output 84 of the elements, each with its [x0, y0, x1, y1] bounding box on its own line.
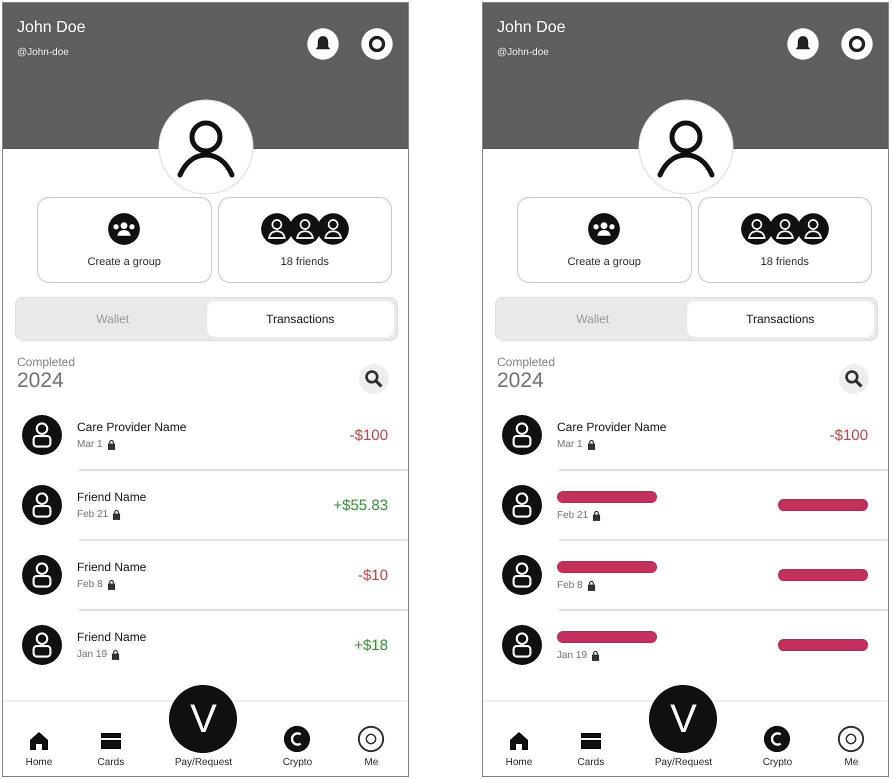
section-year: 2024: [17, 369, 65, 393]
transaction-date: Feb 21: [557, 510, 588, 521]
lock-icon: [111, 649, 120, 660]
search-icon[interactable]: [838, 363, 870, 395]
transaction-date: Jan 19: [77, 649, 108, 660]
person-icon: [21, 554, 63, 596]
nav-item[interactable]: Cards: [98, 729, 124, 768]
transaction-date: Feb 21: [77, 509, 108, 520]
lock-icon: [586, 580, 596, 591]
payee-name: Care Provider Name: [557, 420, 668, 434]
transaction-amount: -$100: [830, 426, 868, 444]
lock-icon: [592, 510, 602, 521]
person-icon: [501, 414, 543, 456]
pay-glyph: V: [169, 685, 238, 753]
settings-icon[interactable]: [360, 27, 394, 61]
group-icon: [587, 212, 622, 246]
action-card[interactable]: 18 friends: [698, 197, 872, 283]
person-icon: [21, 484, 63, 526]
search-icon[interactable]: [358, 363, 390, 395]
friends-icon: [260, 212, 350, 246]
tab[interactable]: Transactions: [206, 301, 394, 337]
nav-item[interactable]: V Pay/Request: [169, 685, 238, 768]
tab[interactable]: Transactions: [686, 301, 874, 337]
transaction-date: Mar 1: [557, 439, 583, 450]
lock-icon: [586, 439, 596, 450]
payee-name: Friend Name: [77, 490, 148, 504]
settings-icon[interactable]: [840, 27, 874, 61]
action-card[interactable]: Create a group: [37, 197, 212, 283]
friends-icon: [740, 212, 830, 246]
group-icon: [107, 212, 142, 246]
user-name: John Doe: [497, 19, 566, 37]
person-icon: [21, 624, 63, 666]
payee-name: Friend Name: [77, 560, 148, 574]
nav-item[interactable]: V Pay/Request: [649, 685, 718, 768]
transaction-row[interactable]: Friend Name Feb 21 +$55.83: [79, 471, 408, 541]
transaction-row[interactable]: Care Provider Name Mar 1 -$100: [79, 401, 408, 471]
transaction-row[interactable]: Jan 19: [483, 611, 888, 679]
transaction-date: Mar 1: [77, 439, 103, 450]
transaction-row[interactable]: Feb 21: [559, 471, 888, 541]
action-card[interactable]: Create a group: [517, 197, 692, 283]
coin-icon: [763, 725, 792, 753]
section-status: Completed: [17, 355, 76, 369]
person-icon: [501, 624, 543, 666]
lock-icon: [106, 579, 116, 590]
profile-icon: [837, 725, 866, 753]
lock-icon: [106, 439, 116, 450]
person-icon: [501, 484, 543, 526]
bell-icon[interactable]: [306, 27, 340, 61]
nav-item[interactable]: Crypto: [282, 725, 312, 768]
action-card[interactable]: 18 friends: [218, 197, 392, 283]
person-icon: [21, 414, 63, 456]
nav-item[interactable]: Me: [357, 725, 386, 768]
transaction-amount: -$100: [350, 426, 388, 444]
transaction-row[interactable]: Feb 8: [559, 541, 888, 611]
transaction-row[interactable]: Friend Name Jan 19 +$18: [3, 611, 408, 679]
nav-item[interactable]: Cards: [578, 729, 604, 768]
transaction-date: Feb 8: [557, 580, 583, 591]
transaction-row[interactable]: Friend Name Feb 8 -$10: [79, 541, 408, 611]
person-icon: [501, 554, 543, 596]
lock-icon: [591, 650, 600, 661]
avatar-icon: [638, 99, 734, 195]
coin-icon: [283, 725, 312, 753]
nav-item[interactable]: Home: [26, 729, 52, 768]
lock-icon: [112, 509, 122, 520]
payee-name: Friend Name: [77, 630, 148, 644]
nav-item[interactable]: Me: [837, 725, 866, 768]
user-handle: @John-doe: [17, 47, 70, 58]
profile-icon: [357, 725, 386, 753]
transaction-amount: -$10: [358, 566, 388, 584]
transaction-amount: +$55.83: [333, 496, 388, 514]
section-year: 2024: [497, 369, 545, 393]
transaction-row[interactable]: Care Provider Name Mar 1 -$100: [559, 401, 888, 471]
bell-icon[interactable]: [786, 27, 820, 61]
nav-item[interactable]: Crypto: [762, 725, 792, 768]
avatar-icon: [158, 99, 254, 195]
section-status: Completed: [497, 355, 556, 369]
transaction-date: Jan 19: [557, 650, 588, 661]
payee-name: Care Provider Name: [77, 420, 188, 434]
user-name: John Doe: [17, 19, 86, 37]
nav-item[interactable]: Home: [506, 729, 532, 768]
pay-glyph: V: [649, 685, 718, 753]
transaction-date: Feb 8: [77, 579, 103, 590]
transaction-amount: +$18: [354, 636, 388, 654]
user-handle: @John-doe: [497, 47, 550, 58]
